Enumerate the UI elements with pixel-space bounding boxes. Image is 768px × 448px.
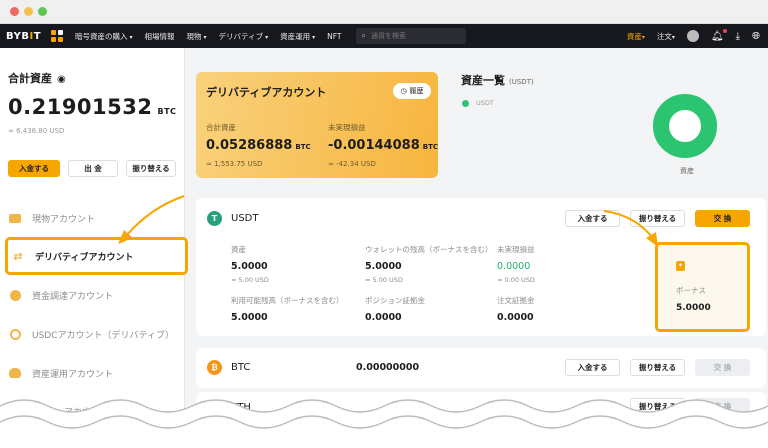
eye-icon[interactable]: ◉	[57, 74, 66, 85]
wallet-icon	[8, 211, 22, 225]
usdc-coin-icon	[8, 327, 22, 341]
transfer-button[interactable]: 振り替える	[126, 160, 176, 177]
total-assets-value: 0.21901532 BTC	[8, 95, 177, 119]
derivatives-total-usd: ≈ 1,553.75 USD	[206, 160, 263, 168]
unrealized-pnl-value: -0.00144088 BTC	[328, 138, 438, 153]
available-balance-label: 利用可能残高（ボーナスを含む）	[231, 296, 344, 305]
sidebar-item-earn[interactable]: 資産運用アカウント	[8, 361, 178, 385]
equity-value: 5.0000	[231, 261, 268, 272]
derivatives-account-card: デリバティブアカウント ◷ 履歴 合計資産 0.05286888 BTC ≈ 1,5…	[196, 72, 438, 178]
btc-exchange-button[interactable]: 交 換	[695, 359, 750, 376]
piggy-bank-icon	[8, 366, 22, 380]
derivatives-title: デリバティブアカウント	[206, 86, 327, 99]
swap-icon: ⇄	[13, 249, 23, 263]
donut-label: 資産	[680, 167, 694, 175]
upnl-label: 未実現損益	[497, 245, 535, 254]
order-margin-value: 0.0000	[497, 312, 534, 323]
sidebar-item-usdc[interactable]: USDCアカウント（デリバティブ）	[8, 322, 178, 346]
nav-assets[interactable]: 資産▾	[627, 31, 645, 42]
nav-derivatives[interactable]: デリバティブ ▾	[219, 31, 269, 42]
usdt-coin: T USDT	[207, 211, 258, 226]
sidebar-item-spot[interactable]: 現物アカウント	[8, 206, 178, 230]
btc-icon: ₿	[207, 360, 222, 375]
total-assets-label: 合計資産 ◉	[8, 72, 66, 85]
btc-deposit-button[interactable]: 入金する	[565, 359, 620, 376]
sidebar-item-funding[interactable]: 資金調達アカウント	[8, 283, 178, 307]
btc-asset-row: ₿ BTC 0.00000000 入金する 振り替える 交 換	[196, 348, 766, 388]
sidebar: 合計資産 ◉ 0.21901532 BTC ≈ 6,436.80 USD 入金する …	[0, 48, 188, 448]
window-titlebar	[0, 0, 768, 24]
upnl-usd: ≈ 0.00 USD	[497, 276, 535, 284]
upnl-value: 0.0000	[497, 261, 531, 272]
wallet-balance-usd: ≈ 5.00 USD	[365, 276, 403, 284]
bonus-box: ✦ ボーナス 5.0000	[655, 242, 750, 332]
eth-coin: ◆ ETH	[207, 400, 251, 415]
total-assets-usd: ≈ 6,436.80 USD	[8, 127, 65, 135]
maximize-window-button[interactable]	[38, 7, 47, 16]
order-margin-label: 注文証拠金	[497, 296, 535, 305]
eth-transfer-button[interactable]: 振り替える	[630, 398, 685, 415]
search-icon: ⌕	[361, 31, 366, 40]
usdt-icon: T	[207, 211, 222, 226]
nav-buy-crypto[interactable]: 暗号資産の購入 ▾	[75, 31, 133, 42]
nav-nft[interactable]: NFT	[327, 32, 341, 41]
nav-earn[interactable]: 資産運用 ▾	[280, 31, 315, 42]
unrealized-pnl-usd: ≈ -42.34 USD	[328, 160, 376, 168]
bonus-label: ボーナス	[676, 286, 706, 295]
history-button[interactable]: ◷ 履歴	[393, 83, 431, 99]
position-margin-label: ポジション証拠金	[365, 296, 425, 305]
bell-icon[interactable]: 🔔︎	[711, 28, 727, 42]
avatar[interactable]	[686, 30, 699, 42]
bybit-logo[interactable]: BYBIT	[6, 31, 41, 42]
top-navbar: BYBIT 暗号資産の購入 ▾ 相場情報 現物 ▾ デリバティブ ▾ 資産運用 ▾ NF…	[0, 24, 768, 48]
nav-spot[interactable]: 現物 ▾	[187, 31, 207, 42]
close-window-button[interactable]	[10, 7, 19, 16]
unrealized-pnl-label: 未実現損益	[328, 123, 366, 132]
usdt-exchange-button[interactable]: 交 換	[695, 210, 750, 227]
asset-overview-title: 資産一覧 (USDT)	[461, 74, 534, 87]
apps-grid-icon[interactable]	[51, 30, 64, 42]
sidebar-item-other[interactable]: アカウント	[8, 399, 178, 423]
derivatives-total-value: 0.05286888 BTC	[206, 138, 311, 153]
bonus-value: 5.0000	[676, 303, 711, 313]
download-icon[interactable]: ⤓	[736, 31, 740, 42]
derivatives-total-label: 合計資産	[206, 123, 236, 132]
eth-icon: ◆	[207, 400, 222, 415]
gift-icon: ✦	[676, 261, 685, 271]
position-margin-value: 0.0000	[365, 312, 402, 323]
btc-coin: ₿ BTC	[207, 360, 250, 375]
wallet-balance-label: ウォレットの残高（ボーナスを含む）	[365, 245, 493, 254]
clock-icon: ◷	[400, 87, 407, 95]
sidebar-item-derivatives[interactable]: ⇄ デリバティブアカウント	[5, 237, 188, 275]
asset-donut-chart	[653, 94, 717, 158]
legend-label-usdt: USDT	[476, 99, 494, 107]
nav-markets[interactable]: 相場情報	[145, 31, 175, 42]
minimize-window-button[interactable]	[24, 7, 33, 16]
equity-label: 資産	[231, 245, 246, 254]
coin-icon	[8, 288, 22, 302]
eth-exchange-button[interactable]: 交 換	[695, 398, 750, 415]
globe-icon[interactable]: 🌐︎	[752, 31, 760, 42]
btc-value: 0.00000000	[356, 362, 420, 373]
usdt-deposit-button[interactable]: 入金する	[565, 210, 620, 227]
btc-transfer-button[interactable]: 振り替える	[630, 359, 685, 376]
deposit-button[interactable]: 入金する	[8, 160, 60, 177]
usdt-transfer-button[interactable]: 振り替える	[630, 210, 685, 227]
available-balance-value: 5.0000	[231, 312, 268, 323]
legend-dot-usdt	[462, 100, 469, 107]
withdraw-button[interactable]: 出 金	[68, 160, 118, 177]
search-input[interactable]: ⌕ 通貨を検索	[355, 28, 466, 44]
account-icon	[8, 404, 22, 418]
eth-asset-row: ◆ ETH 振り替える 交 換	[196, 392, 766, 432]
equity-usd: ≈ 5.00 USD	[231, 276, 269, 284]
wallet-balance-value: 5.0000	[365, 261, 402, 272]
nav-orders[interactable]: 注文▾	[657, 31, 675, 42]
